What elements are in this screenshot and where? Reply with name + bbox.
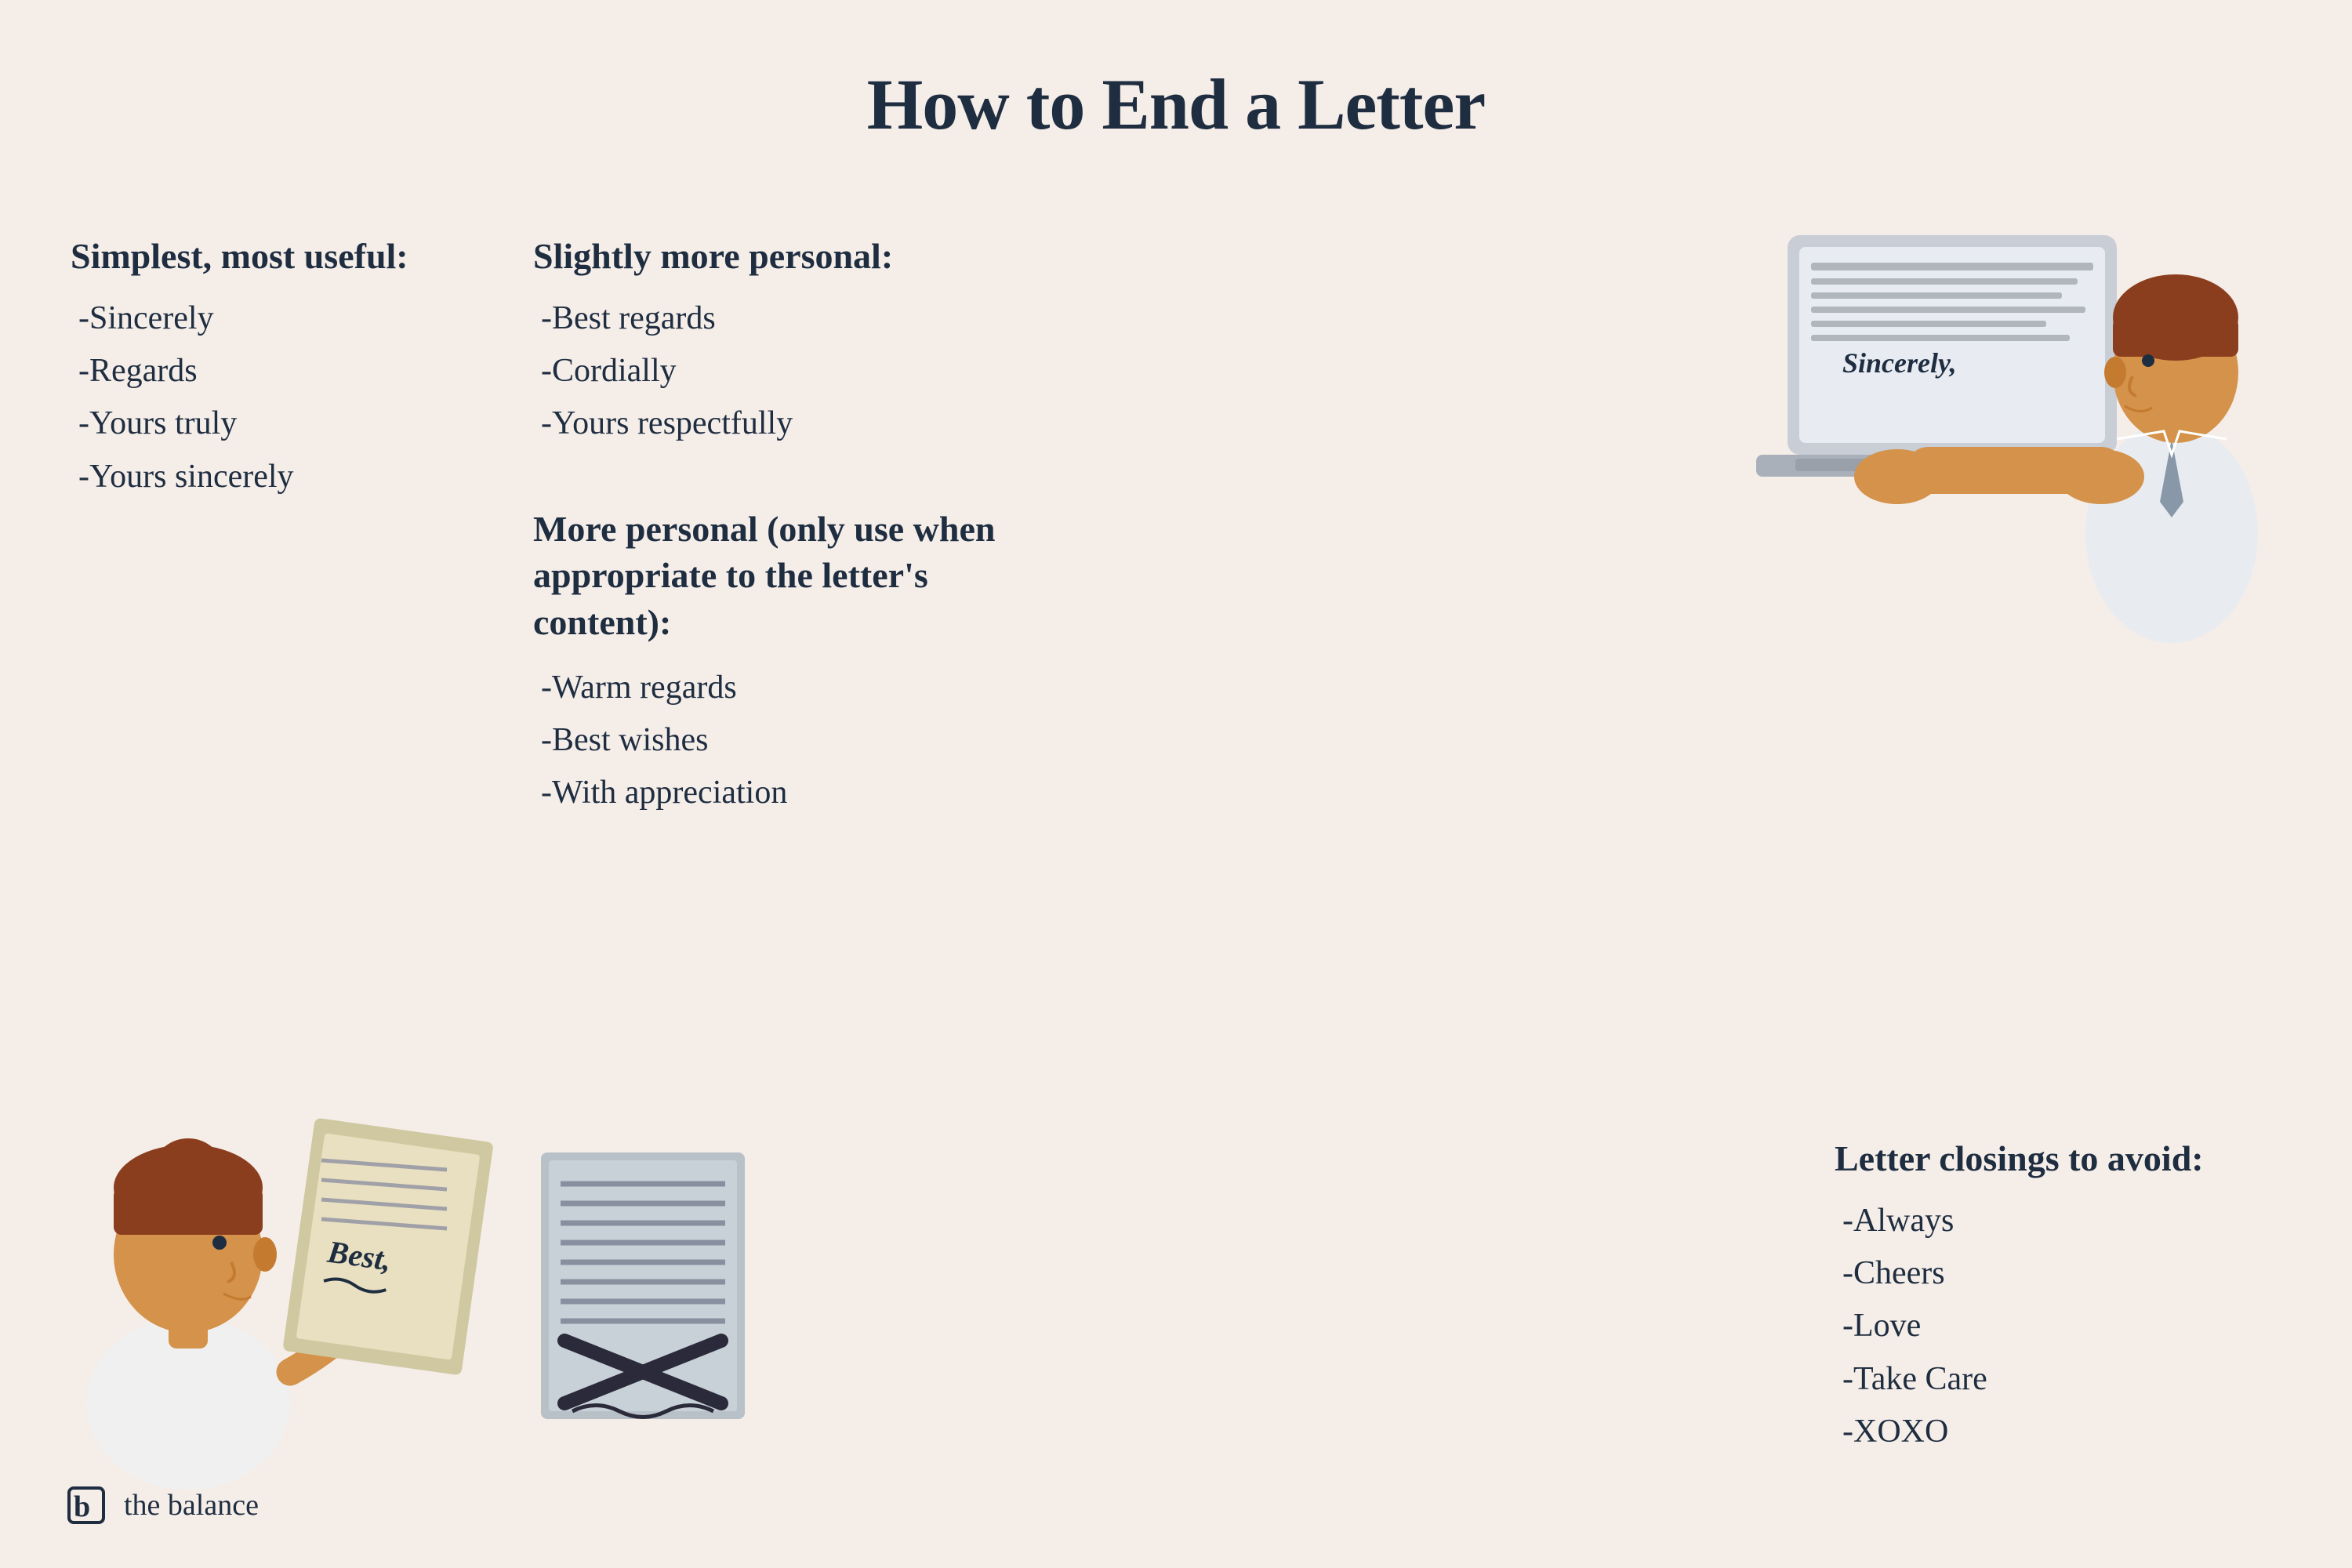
- simplest-heading: Simplest, most useful:: [71, 235, 408, 277]
- avoid-item-5: -XOXO: [1835, 1406, 2289, 1458]
- avoid-section: Letter closings to avoid: -Always -Cheer…: [1835, 1138, 2289, 1458]
- page-title: How to End a Letter: [0, 0, 2352, 146]
- simplest-item-2: -Regards: [71, 345, 408, 397]
- slightly-item-1: -Best regards: [533, 292, 1004, 345]
- svg-text:b: b: [74, 1490, 90, 1523]
- more-personal-heading: More personal (only use when appropriate…: [533, 506, 1004, 646]
- avoid-item-2: -Cheers: [1835, 1247, 2289, 1300]
- slightly-item-3: -Yours respectfully: [533, 397, 1004, 450]
- laptop-illustration: Sincerely,: [1725, 188, 2274, 643]
- logo-area: b the balance: [63, 1482, 259, 1529]
- avoid-item-1: -Always: [1835, 1195, 2289, 1247]
- avoid-heading: Letter closings to avoid:: [1835, 1138, 2289, 1179]
- more-personal-item-3: -With appreciation: [533, 767, 1004, 819]
- slightly-item-2: -Cordially: [533, 345, 1004, 397]
- simplest-item-4: -Yours sincerely: [71, 451, 408, 503]
- woman-reading-illustration: Best,: [47, 988, 517, 1474]
- logo-icon: b: [63, 1482, 110, 1529]
- logo-text: the balance: [124, 1488, 259, 1523]
- simplest-item-1: -Sincerely: [71, 292, 408, 345]
- slightly-personal-heading: Slightly more personal:: [533, 235, 1004, 277]
- avoid-item-4: -Take Care: [1835, 1353, 2289, 1406]
- svg-text:Sincerely,: Sincerely,: [1842, 347, 1957, 379]
- more-personal-item-1: -Warm regards: [533, 662, 1004, 714]
- more-personal-item-2: -Best wishes: [533, 714, 1004, 767]
- avoid-item-3: -Love: [1835, 1300, 2289, 1352]
- rejected-letter-illustration: [533, 1145, 753, 1427]
- simplest-item-3: -Yours truly: [71, 397, 408, 450]
